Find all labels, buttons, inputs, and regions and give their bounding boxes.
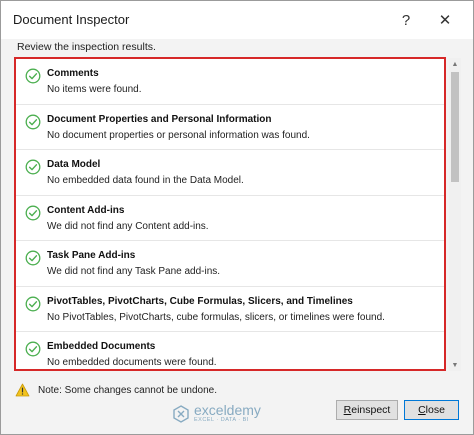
warning-icon	[15, 383, 30, 397]
scroll-up-arrow-icon[interactable]: ▲	[449, 58, 461, 70]
check-circle-icon	[25, 205, 41, 220]
result-description: No items were found.	[47, 84, 142, 95]
check-circle-icon	[25, 296, 41, 311]
result-title: Data Model	[47, 159, 101, 170]
reinspect-button[interactable]: Reinspect	[336, 400, 398, 420]
check-circle-icon	[25, 159, 41, 175]
check-circle-icon	[25, 68, 41, 84]
result-item: Task Pane Add-ins We did not find any Ta…	[16, 241, 444, 287]
instruction-text: Review the inspection results.	[17, 41, 156, 53]
exceldemy-watermark: exceldemy EXCEL · DATA · BI	[172, 402, 261, 423]
inspection-results-list: Comments No items were found. Document P…	[16, 59, 444, 369]
check-circle-icon	[25, 114, 41, 129]
result-description: No document properties or personal infor…	[47, 129, 310, 141]
close-window-button[interactable]: ✕	[431, 7, 459, 33]
close-mnemonic: C	[418, 404, 426, 416]
close-button[interactable]: Close	[404, 400, 459, 420]
result-item: Embedded Documents No embedded documents…	[16, 332, 444, 369]
inspection-results-panel: Comments No items were found. Document P…	[14, 57, 446, 371]
result-title: Content Add-ins	[47, 204, 125, 216]
result-title: Document Properties and Personal Informa…	[47, 113, 272, 125]
watermark-name: exceldemy	[194, 402, 261, 418]
document-inspector-dialog: Document Inspector ? ✕ Review the inspec…	[0, 0, 474, 435]
result-description: No PivotTables, PivotCharts, cube formul…	[47, 311, 385, 323]
reinspect-mnemonic: R	[343, 404, 352, 416]
result-item: Document Properties and Personal Informa…	[16, 105, 444, 150]
result-description: No embedded data found in the Data Model…	[47, 175, 244, 186]
scroll-thumb[interactable]	[451, 72, 459, 182]
result-item: Data Model No embedded data found in the…	[16, 150, 444, 196]
note-text: Note: Some changes cannot be undone.	[38, 384, 218, 396]
result-description: We did not find any Content add-ins.	[47, 220, 209, 232]
results-scrollbar[interactable]: ▲ ▼	[449, 58, 461, 371]
check-circle-icon	[25, 250, 41, 266]
check-circle-icon	[25, 341, 41, 357]
result-item: PivotTables, PivotCharts, Cube Formulas,…	[16, 287, 444, 332]
result-title: Comments	[47, 68, 99, 79]
result-title: Task Pane Add-ins	[47, 250, 136, 261]
result-title: Embedded Documents	[47, 341, 156, 352]
window-title: Document Inspector	[13, 12, 130, 27]
result-item: Content Add-ins We did not find any Cont…	[16, 196, 444, 241]
title-bar: Document Inspector ? ✕	[1, 1, 473, 39]
exceldemy-logo-icon	[173, 404, 189, 423]
reinspect-label: einspect	[351, 404, 391, 416]
scroll-down-arrow-icon[interactable]: ▼	[449, 359, 461, 371]
result-title: PivotTables, PivotCharts, Cube Formulas,…	[47, 295, 353, 307]
result-item: Comments No items were found.	[16, 59, 444, 105]
result-description: We did not find any Task Pane add-ins.	[47, 266, 221, 277]
help-button[interactable]: ?	[392, 7, 420, 33]
warning-note: Note: Some changes cannot be undone.	[15, 382, 217, 398]
close-label: lose	[425, 404, 445, 416]
result-description: No embedded documents were found.	[47, 357, 217, 368]
